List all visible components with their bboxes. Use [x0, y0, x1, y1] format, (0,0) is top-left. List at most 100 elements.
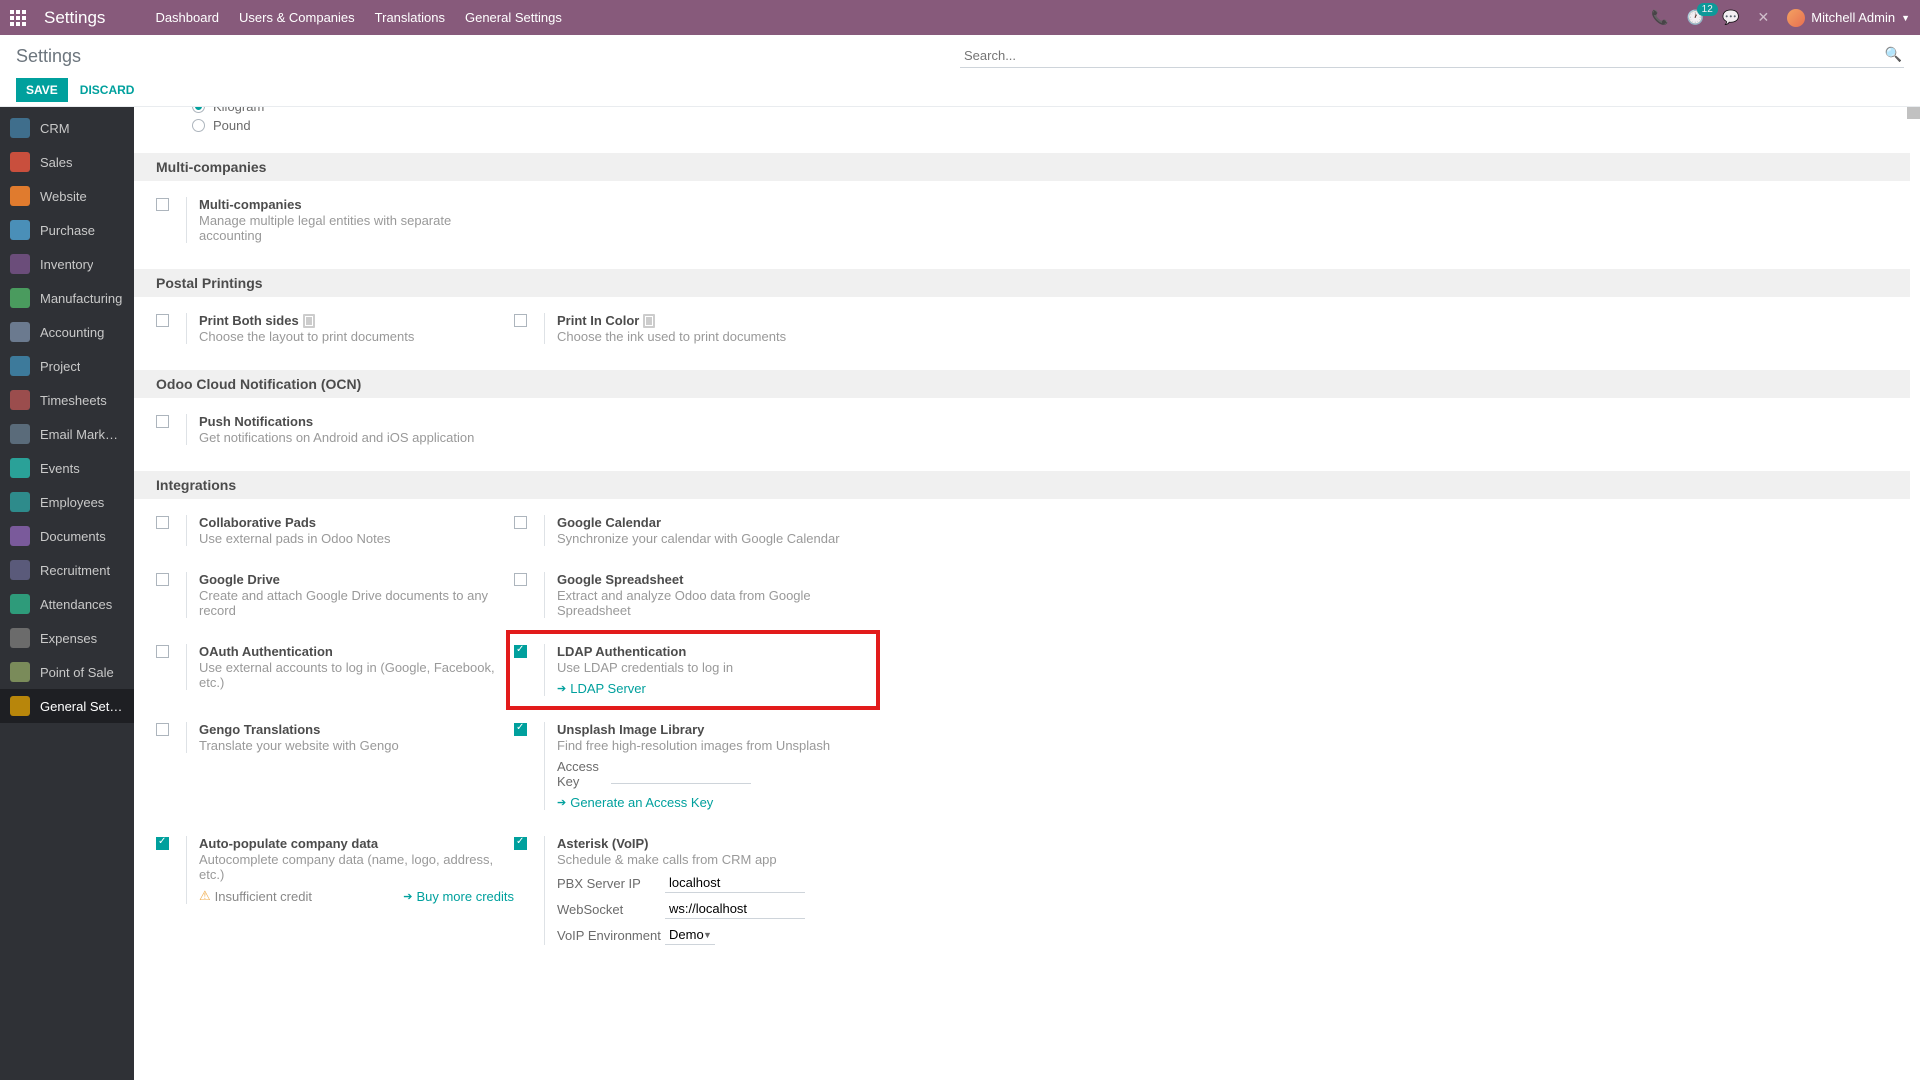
radio-kilogram-label: Kilogram — [213, 107, 264, 114]
menu-dashboard[interactable]: Dashboard — [145, 10, 229, 25]
setting-google-calendar: Google Calendar Synchronize your calenda… — [514, 507, 872, 554]
sidebar-item-manufacturing[interactable]: Manufacturing — [0, 281, 134, 315]
sidebar-icon — [10, 458, 30, 478]
ldap-server-link[interactable]: ➔LDAP Server — [557, 681, 872, 696]
search-icon[interactable]: 🔍 — [1885, 46, 1902, 63]
gcal-checkbox[interactable] — [514, 516, 527, 529]
unsplash-checkbox[interactable] — [514, 723, 527, 736]
sidebar-item-label: General Settings — [40, 699, 124, 714]
pads-checkbox[interactable] — [156, 516, 169, 529]
sidebar-item-expenses[interactable]: Expenses — [0, 621, 134, 655]
setting-collaborative-pads: Collaborative Pads Use external pads in … — [156, 507, 514, 554]
menu-general-settings[interactable]: General Settings — [455, 10, 572, 25]
sidebar-item-events[interactable]: Events — [0, 451, 134, 485]
asterisk-desc: Schedule & make calls from CRM app — [557, 852, 872, 867]
pbx-label: PBX Server IP — [557, 876, 665, 891]
app-brand: Settings — [44, 8, 105, 28]
sidebar-item-inventory[interactable]: Inventory — [0, 247, 134, 281]
sidebar-item-employees[interactable]: Employees — [0, 485, 134, 519]
asterisk-checkbox[interactable] — [514, 837, 527, 850]
gsheet-desc: Extract and analyze Odoo data from Googl… — [557, 588, 872, 618]
sidebar-item-purchase[interactable]: Purchase — [0, 213, 134, 247]
gdrive-label: Google Drive — [199, 572, 514, 587]
gdrive-checkbox[interactable] — [156, 573, 169, 586]
setting-unsplash: Unsplash Image Library Find free high-re… — [514, 714, 872, 818]
phone-icon[interactable]: 📞 — [1651, 9, 1668, 26]
multi-companies-label: Multi-companies — [199, 197, 514, 212]
weight-unit-group: Kilogram Pound — [156, 107, 1910, 145]
avatar — [1787, 9, 1805, 27]
sidebar-item-label: Project — [40, 359, 80, 374]
arrow-right-icon: ➔ — [403, 890, 412, 903]
radio-pound-label: Pound — [213, 118, 251, 133]
notif-badge: 12 — [1697, 3, 1718, 16]
sidebar-item-email-marketing[interactable]: Email Marketing — [0, 417, 134, 451]
sidebar-icon — [10, 288, 30, 308]
unsplash-generate-link[interactable]: ➔Generate an Access Key — [557, 795, 872, 810]
sidebar-item-project[interactable]: Project — [0, 349, 134, 383]
oauth-checkbox[interactable] — [156, 645, 169, 658]
sidebar-item-label: CRM — [40, 121, 70, 136]
push-desc: Get notifications on Android and iOS app… — [199, 430, 514, 445]
sidebar-icon — [10, 220, 30, 240]
print-both-desc: Choose the layout to print documents — [199, 329, 514, 344]
user-name: Mitchell Admin — [1811, 10, 1895, 25]
autopop-label: Auto-populate company data — [199, 836, 514, 851]
sidebar-item-sales[interactable]: Sales — [0, 145, 134, 179]
sidebar-item-crm[interactable]: CRM — [0, 111, 134, 145]
autopop-checkbox[interactable] — [156, 837, 169, 850]
print-both-checkbox[interactable] — [156, 314, 169, 327]
apps-icon[interactable] — [10, 10, 26, 26]
pbx-input[interactable] — [665, 873, 805, 893]
menu-users-companies[interactable]: Users & Companies — [229, 10, 365, 25]
caret-down-icon: ▼ — [1901, 13, 1910, 23]
env-select[interactable] — [665, 925, 715, 945]
user-menu[interactable]: Mitchell Admin ▼ — [1787, 9, 1910, 27]
sidebar-item-general-settings[interactable]: General Settings — [0, 689, 134, 723]
sidebar-item-documents[interactable]: Documents — [0, 519, 134, 553]
sidebar-item-accounting[interactable]: Accounting — [0, 315, 134, 349]
menu-translations[interactable]: Translations — [365, 10, 455, 25]
chat-icon[interactable]: 💬 — [1722, 9, 1739, 26]
ldap-checkbox[interactable] — [514, 645, 527, 658]
pads-label: Collaborative Pads — [199, 515, 514, 530]
unsplash-desc: Find free high-resolution images from Un… — [557, 738, 872, 753]
multi-companies-desc: Manage multiple legal entities with sepa… — [199, 213, 514, 243]
top-menu: Dashboard Users & Companies Translations… — [145, 10, 571, 25]
sidebar-item-label: Accounting — [40, 325, 104, 340]
sidebar-item-label: Point of Sale — [40, 665, 114, 680]
ldap-highlight: LDAP Authentication Use LDAP credentials… — [506, 630, 880, 710]
sidebar-item-point-of-sale[interactable]: Point of Sale — [0, 655, 134, 689]
sidebar-icon — [10, 662, 30, 682]
unsplash-access-input[interactable] — [611, 764, 751, 784]
setting-push-notifications: Push Notifications Get notifications on … — [156, 406, 514, 453]
ws-input[interactable] — [665, 899, 805, 919]
sidebar-item-attendances[interactable]: Attendances — [0, 587, 134, 621]
ws-label: WebSocket — [557, 902, 665, 917]
push-checkbox[interactable] — [156, 415, 169, 428]
setting-google-spreadsheet: Google Spreadsheet Extract and analyze O… — [514, 564, 872, 626]
clock-icon[interactable]: 🕐12 — [1687, 9, 1704, 26]
save-button[interactable]: SAVE — [16, 78, 68, 102]
scrollbar-thumb[interactable] — [1907, 107, 1920, 119]
close-icon[interactable]: ✕ — [1758, 9, 1770, 26]
section-ocn: Odoo Cloud Notification (OCN) — [134, 370, 1910, 398]
sidebar-item-website[interactable]: Website — [0, 179, 134, 213]
buy-credits-link[interactable]: ➔Buy more credits — [403, 889, 514, 904]
settings-content[interactable]: Kilogram Pound Multi-companies Multi-com… — [134, 107, 1920, 1080]
gengo-checkbox[interactable] — [156, 723, 169, 736]
search-input[interactable] — [960, 44, 1904, 68]
sidebar-item-label: Sales — [40, 155, 73, 170]
gsheet-checkbox[interactable] — [514, 573, 527, 586]
print-color-checkbox[interactable] — [514, 314, 527, 327]
discard-button[interactable]: DISCARD — [80, 83, 135, 97]
multi-companies-checkbox[interactable] — [156, 198, 169, 211]
sidebar-item-timesheets[interactable]: Timesheets — [0, 383, 134, 417]
ldap-desc: Use LDAP credentials to log in — [557, 660, 872, 675]
warning-icon: ⚠ — [199, 888, 211, 904]
radio-pound[interactable] — [192, 119, 205, 132]
sidebar-item-label: Events — [40, 461, 80, 476]
sidebar-item-recruitment[interactable]: Recruitment — [0, 553, 134, 587]
print-color-desc: Choose the ink used to print documents — [557, 329, 872, 344]
radio-kilogram[interactable] — [192, 107, 205, 113]
